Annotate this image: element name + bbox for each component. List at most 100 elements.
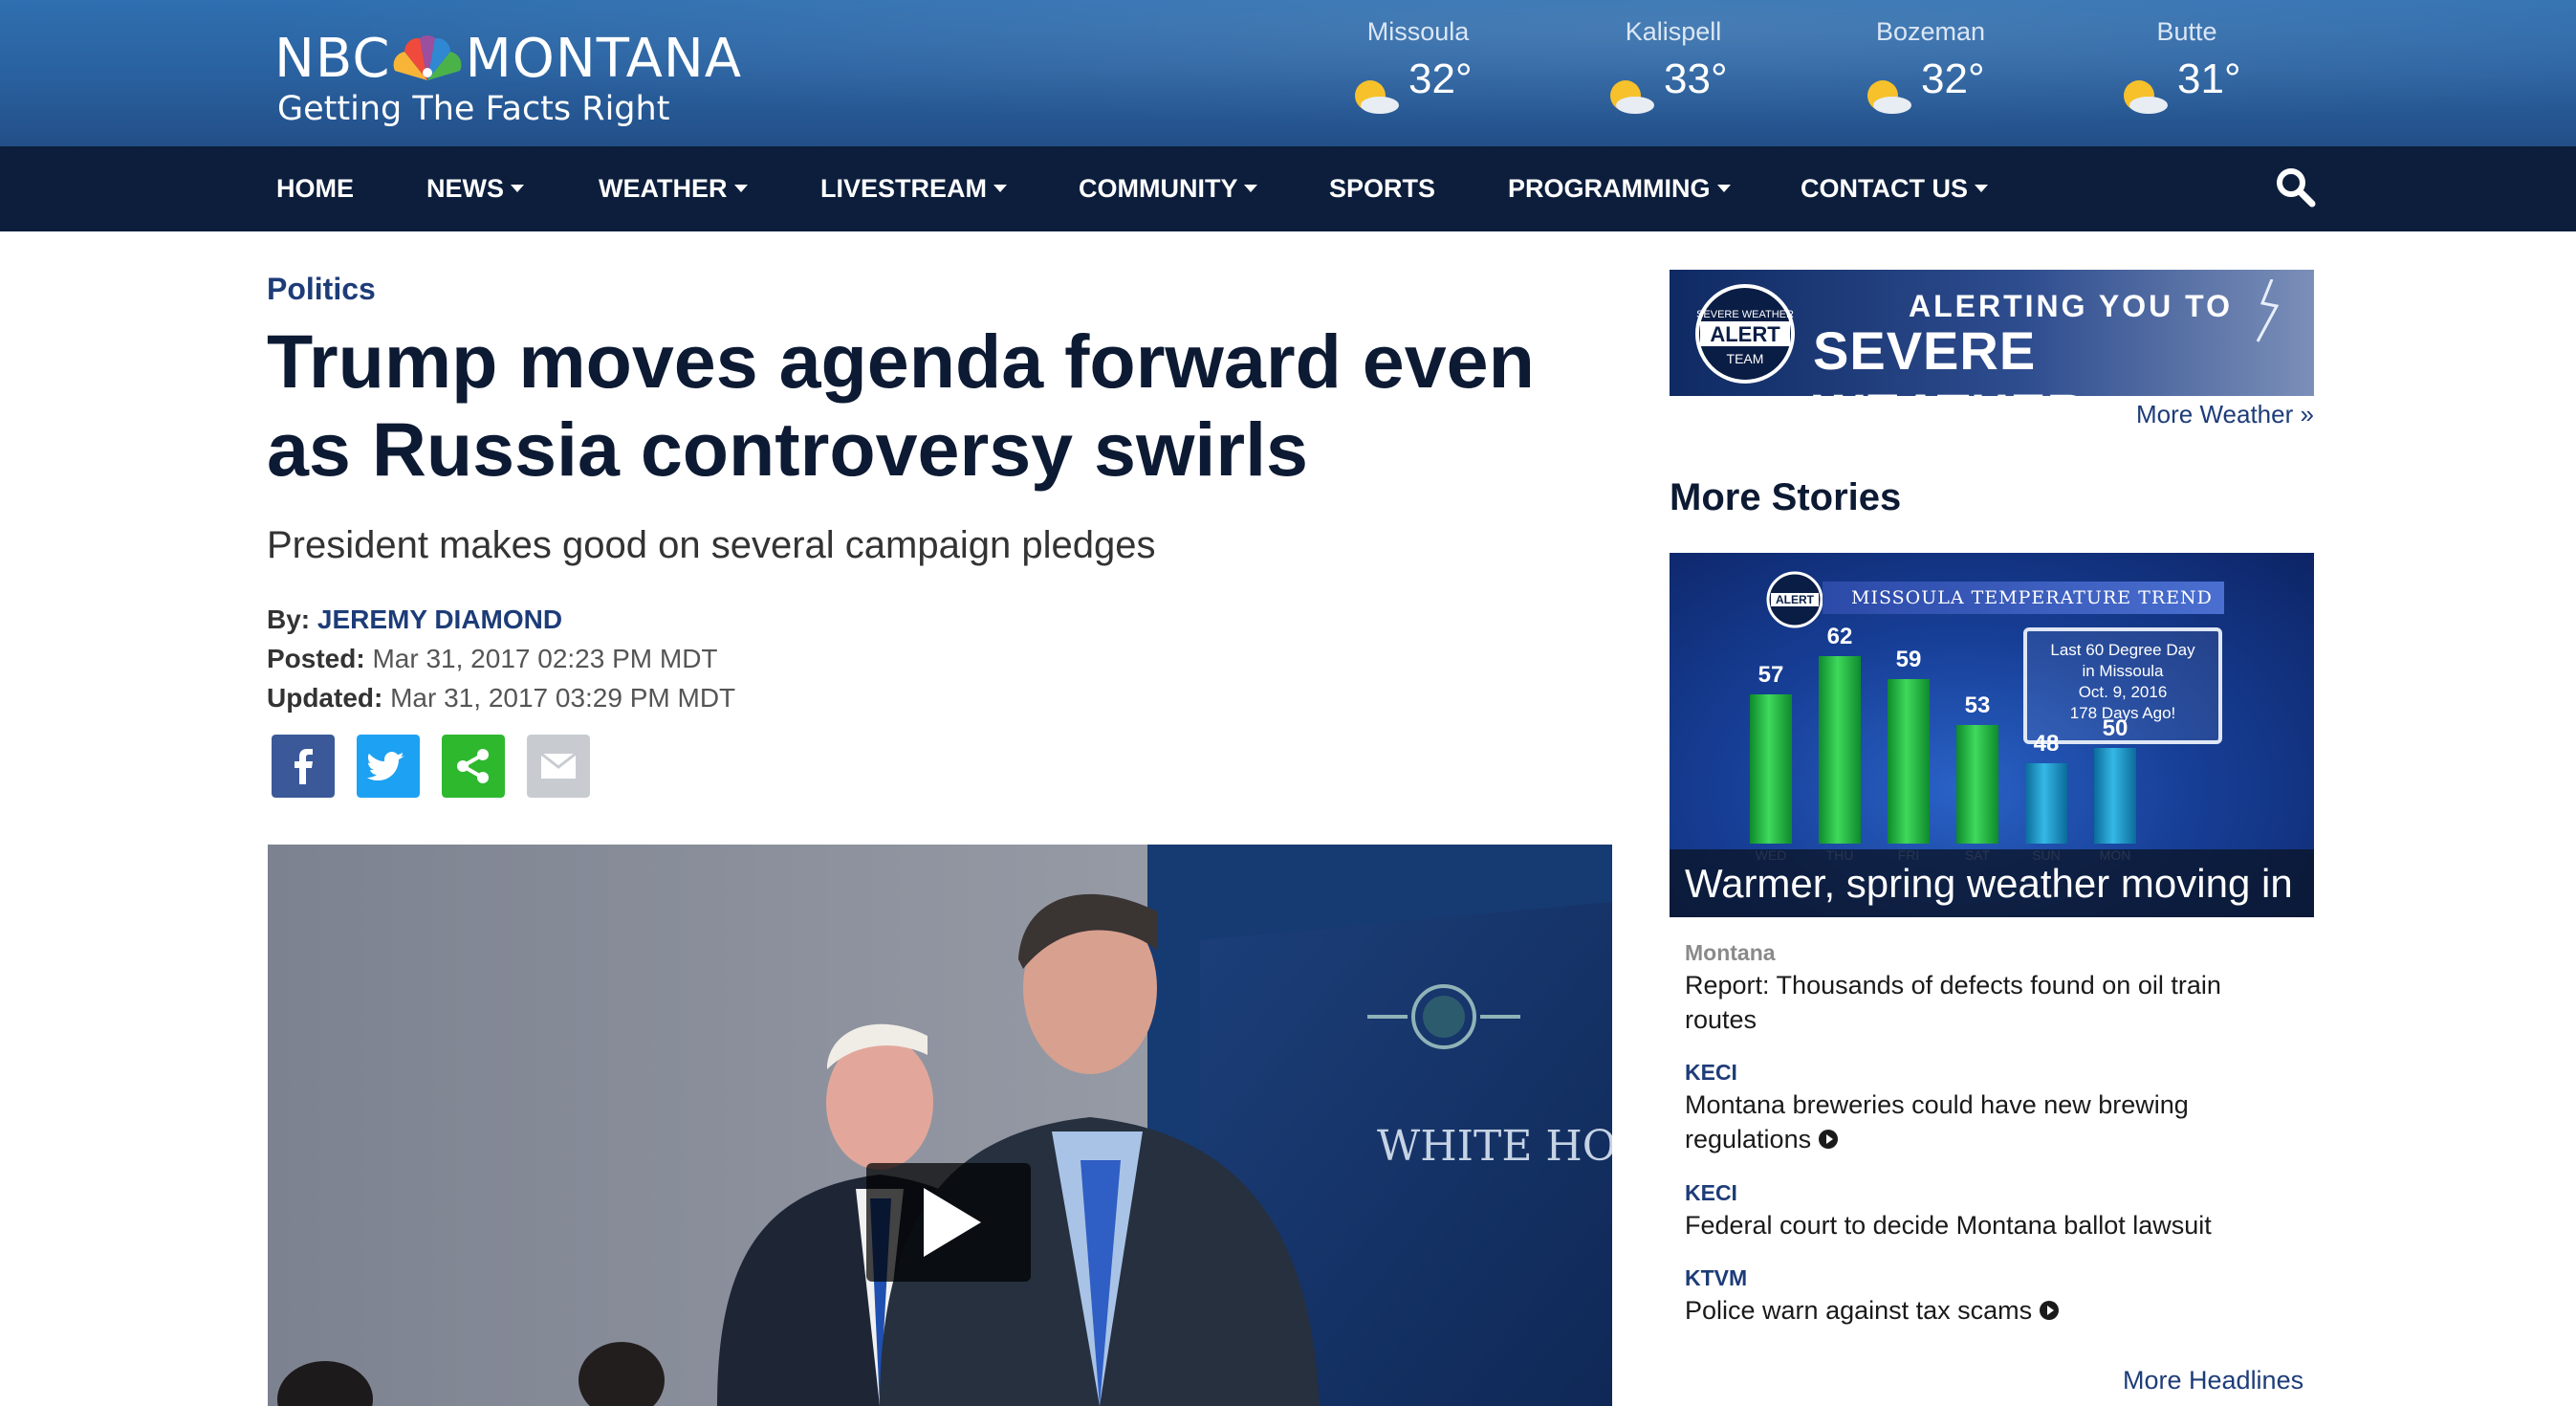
lightning-icon — [2256, 279, 2280, 342]
nav-community[interactable]: COMMUNITY — [1079, 146, 1258, 231]
partly-cloudy-icon — [1867, 80, 1911, 114]
chevron-down-icon — [993, 184, 1008, 192]
weather-temp: 32° — [1408, 55, 1473, 102]
search-icon[interactable] — [2274, 165, 2316, 208]
weather-temp: 31° — [2177, 55, 2241, 102]
nav-label: COMMUNITY — [1079, 174, 1238, 203]
weather-bozeman[interactable]: Bozeman 32° — [1845, 17, 2017, 122]
nav-sports[interactable]: SPORTS — [1329, 146, 1435, 231]
badge-top-text: SEVERE WEATHER — [1696, 309, 1794, 320]
article-headline: Trump moves agenda forward even as Russi… — [267, 318, 1586, 494]
story-title-text[interactable]: Montana breweries could have new brewing… — [1685, 1090, 2189, 1153]
nav-label: SPORTS — [1329, 174, 1436, 203]
backdrop-text: WHITE HOUSE — [1377, 1122, 1612, 1171]
featured-caption-text: Warmer, spring weather moving in — [1685, 861, 2293, 906]
featured-caption: Warmer, spring weather moving in — [1670, 849, 2314, 917]
share-button[interactable] — [442, 735, 505, 798]
updated-value: Mar 31, 2017 03:29 PM MDT — [390, 683, 736, 713]
nav-label: WEATHER — [599, 174, 728, 203]
logo-network-text: NBC — [274, 28, 391, 90]
story-item[interactable]: KECI Montana breweries could have new br… — [1685, 1060, 2297, 1156]
story-title-text[interactable]: Police warn against tax scams — [1685, 1296, 2032, 1325]
updated-date: Updated: Mar 31, 2017 03:29 PM MDT — [267, 683, 735, 714]
section-label[interactable]: Politics — [267, 272, 376, 307]
partly-cloudy-icon — [1610, 80, 1654, 114]
nav-label: CONTACT US — [1801, 174, 1968, 203]
story-title[interactable]: Federal court to decide Montana ballot l… — [1685, 1208, 2297, 1242]
story-title[interactable]: Police warn against tax scams — [1685, 1293, 2297, 1328]
temperature-bar — [2025, 763, 2067, 844]
play-icon[interactable] — [866, 1163, 1031, 1282]
video-icon — [1819, 1129, 1839, 1149]
more-stories-heading: More Stories — [1670, 476, 1902, 518]
trend-note-line: Last 60 Degree Day — [2050, 641, 2195, 659]
headline-line: as Russia controversy swirls — [267, 406, 1308, 492]
temperature-value: 57 — [1757, 662, 1784, 688]
small-badge-text: ALERT — [1776, 593, 1815, 606]
story-tag[interactable]: KECI — [1685, 1180, 2297, 1206]
temperature-bar — [1819, 656, 1861, 844]
severe-weather-banner[interactable]: SEVERE WEATHER ALERT TEAM ALERTING YOU T… — [1670, 270, 2314, 396]
story-item[interactable]: KECI Federal court to decide Montana bal… — [1685, 1180, 2297, 1242]
story-tag[interactable]: KECI — [1685, 1060, 2297, 1086]
video-player[interactable]: WHITE HOUSE — [268, 845, 1612, 1406]
weather-butte[interactable]: Butte 31° — [2101, 17, 2273, 122]
email-share-button[interactable] — [527, 735, 590, 798]
temperature-bar — [1750, 694, 1792, 844]
nav-livestream[interactable]: LIVESTREAM — [820, 146, 1008, 231]
alert-badge-icon: ALERT — [1766, 571, 1823, 628]
nav-label: NEWS — [426, 174, 504, 203]
weather-missoula[interactable]: Missoula 32° — [1332, 17, 1504, 122]
temperature-value: 59 — [1895, 647, 1922, 672]
author-link[interactable]: JEREMY DIAMOND — [317, 604, 562, 634]
posted-value: Mar 31, 2017 02:23 PM MDT — [372, 644, 718, 673]
byline: By: JEREMY DIAMOND — [267, 604, 562, 635]
posted-label: Posted: — [267, 644, 365, 673]
chevron-down-icon — [1244, 184, 1258, 192]
posted-date: Posted: Mar 31, 2017 02:23 PM MDT — [267, 644, 718, 674]
nav-home[interactable]: HOME — [276, 146, 354, 231]
email-icon — [540, 752, 577, 779]
alert-team-badge: SEVERE WEATHER ALERT TEAM — [1695, 284, 1795, 384]
temperature-value: 53 — [1964, 692, 1991, 718]
trend-note-line: in Missoula — [2082, 662, 2164, 680]
headline-line: Trump moves agenda forward even — [267, 319, 1535, 404]
temperature-bar — [1888, 679, 1930, 844]
partly-cloudy-icon — [1355, 80, 1399, 114]
nav-label: HOME — [276, 174, 354, 203]
temperature-bar — [1956, 725, 1998, 844]
story-item[interactable]: Montana Report: Thousands of defects fou… — [1685, 940, 2297, 1037]
weather-city: Missoula — [1366, 17, 1470, 46]
story-item[interactable]: KTVM Police warn against tax scams — [1685, 1265, 2297, 1328]
more-headlines-link[interactable]: More Headlines — [2123, 1366, 2303, 1395]
chevron-down-icon — [1716, 184, 1731, 192]
story-title[interactable]: Montana breweries could have new brewing… — [1685, 1087, 2297, 1156]
facebook-share-button[interactable] — [272, 735, 335, 798]
peacock-icon — [393, 34, 462, 80]
video-icon — [2040, 1300, 2060, 1320]
temperature-value: 50 — [2102, 715, 2128, 741]
story-tag[interactable]: KTVM — [1685, 1265, 2297, 1291]
video-thumbnail: WHITE HOUSE — [268, 845, 1612, 1406]
partly-cloudy-icon — [2124, 80, 2168, 114]
story-tag: Montana — [1685, 940, 1776, 965]
nav-weather[interactable]: WEATHER — [599, 146, 748, 231]
logo-state-text: MONTANA — [465, 28, 743, 90]
nav-contact-us[interactable]: CONTACT US — [1801, 146, 1988, 231]
weather-temp: 33° — [1664, 55, 1728, 102]
logo-tagline: Getting The Facts Right — [277, 90, 670, 128]
site-header: NBC MONTANA Getting The Facts Right Miss… — [0, 0, 2576, 146]
story-title[interactable]: Report: Thousands of defects found on oi… — [1685, 968, 2297, 1037]
featured-story[interactable]: ALERT MISSOULA TEMPERATURE TREND Last 60… — [1670, 553, 2314, 917]
nav-news[interactable]: NEWS — [426, 146, 524, 231]
trend-note-line: Oct. 9, 2016 — [2078, 683, 2168, 701]
chevron-down-icon — [511, 184, 524, 192]
byline-label: By: — [267, 604, 311, 634]
site-logo[interactable]: NBC MONTANA Getting The Facts Right — [274, 28, 743, 129]
weather-kalispell[interactable]: Kalispell 33° — [1587, 17, 1759, 122]
badge-mid-text: ALERT — [1710, 322, 1780, 346]
more-weather-link[interactable]: More Weather » — [2136, 400, 2314, 429]
twitter-share-button[interactable] — [357, 735, 420, 798]
nav-programming[interactable]: PROGRAMMING — [1508, 146, 1731, 231]
chevron-down-icon — [1975, 184, 1988, 192]
